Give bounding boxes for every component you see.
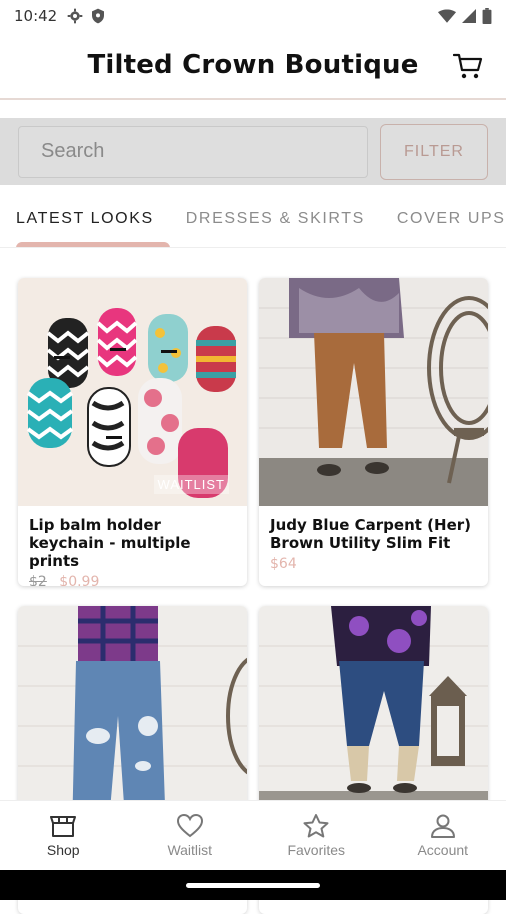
keychain-photo <box>18 278 247 506</box>
app-title: Tilted Crown Boutique <box>87 50 418 80</box>
system-gesture-bar <box>0 870 506 900</box>
shield-icon <box>91 8 105 24</box>
tab-dresses-skirts[interactable]: DRESSES & SKIRTS <box>170 190 381 248</box>
nav-label: Waitlist <box>167 842 212 858</box>
nav-label: Favorites <box>287 842 345 858</box>
nav-shop[interactable]: Shop <box>0 801 127 870</box>
nav-account[interactable]: Account <box>380 801 506 870</box>
search-bar: Search FILTER <box>0 118 506 185</box>
status-bar: 10:42 <box>0 0 506 32</box>
home-gesture-handle[interactable] <box>186 883 320 888</box>
filter-button[interactable]: FILTER <box>380 124 488 180</box>
signal-icon <box>462 9 476 23</box>
wifi-icon <box>438 9 456 23</box>
star-icon <box>303 814 329 838</box>
tab-cover-ups[interactable]: COVER UPS <box>381 190 506 248</box>
battery-icon <box>482 8 492 24</box>
search-input[interactable]: Search <box>18 126 368 178</box>
sale-price: $64 <box>270 556 297 572</box>
product-image: WAITLIST <box>18 278 247 506</box>
cart-icon <box>453 52 483 80</box>
heart-icon <box>177 814 203 838</box>
cart-button[interactable] <box>452 50 484 82</box>
waitlist-tag: WAITLIST <box>154 475 229 494</box>
person-icon <box>430 814 456 838</box>
category-tabs: LATEST LOOKS DRESSES & SKIRTS COVER UPS <box>0 190 506 248</box>
product-image <box>259 278 488 506</box>
app-header: Tilted Crown Boutique <box>0 32 506 100</box>
original-price: $2 <box>29 574 47 586</box>
shop-icon <box>50 814 76 838</box>
nav-label: Shop <box>47 842 80 858</box>
nav-favorites[interactable]: Favorites <box>253 801 380 870</box>
nav-waitlist[interactable]: Waitlist <box>127 801 254 870</box>
bottom-nav: Shop Waitlist Favorites Account <box>0 800 506 870</box>
status-time: 10:42 <box>14 7 57 25</box>
product-name: Judy Blue Carpent (Her) Brown Utility Sl… <box>270 516 477 552</box>
product-card[interactable]: Judy Blue Carpent (Her) Brown Utility Sl… <box>259 278 488 586</box>
product-name: Lip balm holder keychain - multiple prin… <box>29 516 236 570</box>
pants-photo <box>259 278 488 506</box>
sale-price: $0.99 <box>59 574 99 586</box>
settings-gear-icon <box>67 8 83 24</box>
product-card[interactable]: WAITLIST Lip balm holder keychain - mult… <box>18 278 247 586</box>
nav-label: Account <box>417 842 468 858</box>
tab-latest-looks[interactable]: LATEST LOOKS <box>0 190 170 248</box>
